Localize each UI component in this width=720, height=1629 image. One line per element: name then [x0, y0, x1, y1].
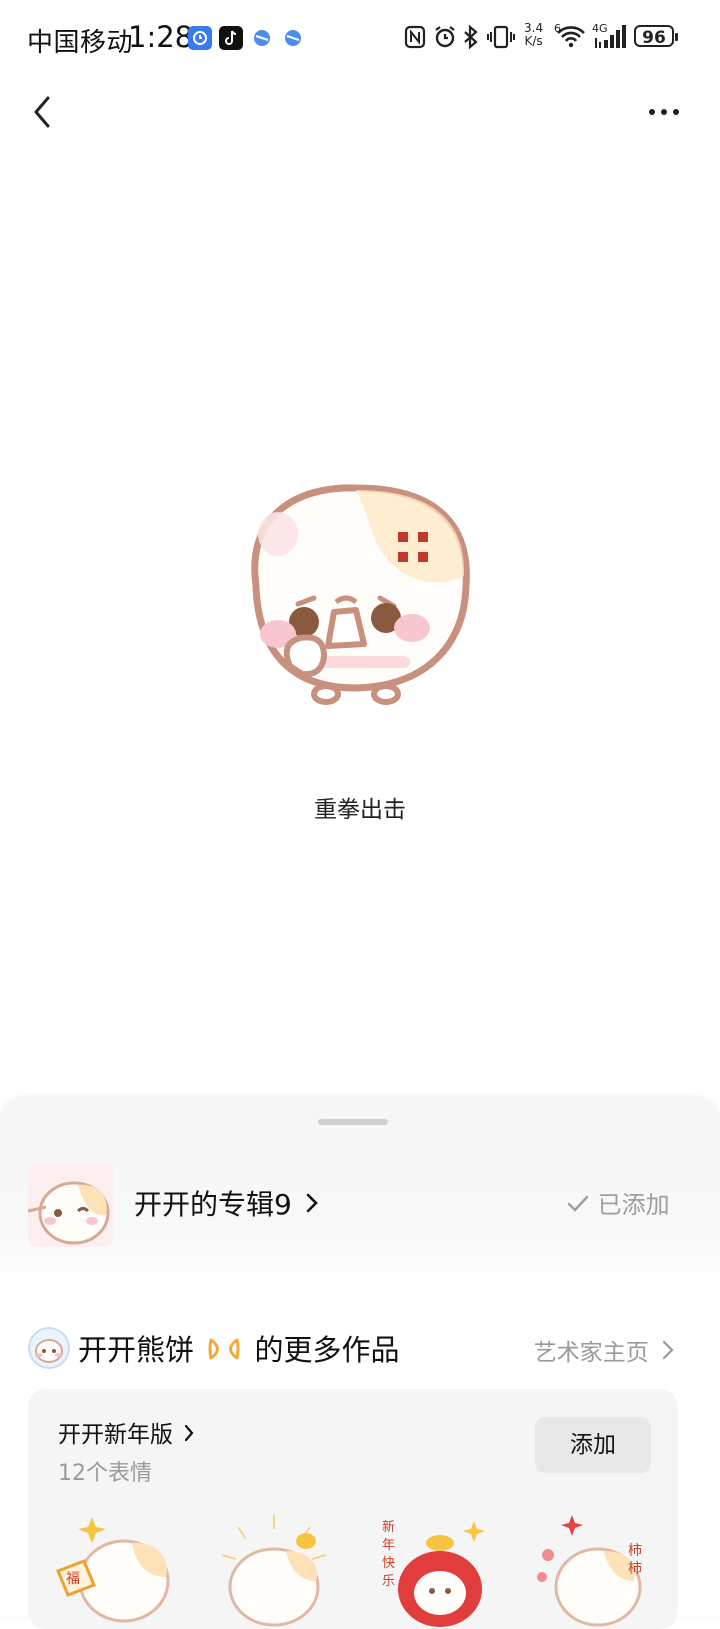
pack-preview-sticker[interactable]: 柿柿 [532, 1511, 652, 1629]
added-label: 已添加 [597, 1191, 670, 1219]
artist-name: 开开熊饼 [78, 1333, 195, 1367]
signal-label: 4G [592, 22, 608, 35]
check-icon [566, 1192, 598, 1220]
wifi-icon: 6 [554, 22, 588, 55]
album-section: 开开的专辑9 已添加 [0, 1097, 720, 1287]
add-pack-button[interactable]: 添加 [535, 1417, 651, 1473]
pack-preview-sticker[interactable]: 福 [52, 1511, 172, 1629]
artist-homepage-label: 艺术家主页 [533, 1340, 649, 1366]
album-title-link[interactable]: 开开的专辑9 [134, 1183, 319, 1223]
browser-icon-2 [281, 26, 305, 50]
sticker-caption: 重拳出击 [314, 797, 406, 823]
status-bar: 中国移动 1:28 3.4 K/s 6 4G 96 [0, 0, 720, 80]
network-speed: 3.4 K/s [524, 22, 543, 48]
svg-text:快: 快 [382, 1556, 395, 1571]
album-title: 开开的专辑9 [134, 1188, 292, 1221]
pack-preview-sticker[interactable]: 新年快乐 [374, 1511, 494, 1629]
net-speed-unit: K/s [524, 34, 543, 48]
chevron-right-icon [184, 1422, 194, 1448]
pack-title: 开开新年版 [58, 1422, 173, 1448]
vibrate-icon [486, 24, 516, 55]
more-horizontal-icon [644, 109, 684, 128]
artist-homepage-link[interactable]: 艺术家主页 [534, 1333, 674, 1367]
pack-preview-sticker[interactable] [214, 1511, 334, 1629]
artist-badge-icon [207, 1335, 241, 1369]
clock: 1:28 [128, 20, 194, 54]
chevron-left-icon [28, 96, 58, 136]
svg-text:年: 年 [382, 1538, 395, 1553]
pack-title-link[interactable]: 开开新年版 [58, 1415, 194, 1449]
svg-text:新: 新 [382, 1519, 395, 1535]
alarm-icon [432, 24, 458, 55]
app-notification-icon [188, 26, 212, 50]
wifi-label: 6 [554, 22, 561, 35]
artist-row: 开开熊饼 的更多作品 艺术家主页 [0, 1321, 720, 1371]
cellular-signal-icon: 4G [592, 22, 628, 55]
svg-text:福: 福 [66, 1571, 80, 1587]
more-options-button[interactable] [644, 100, 684, 124]
bottom-sheet: 开开的专辑9 已添加 开开熊饼 的更多作品 艺术家主页 开开新年版 12个表情 … [0, 1097, 720, 1629]
tiktok-icon [219, 26, 243, 50]
album-thumbnail[interactable] [28, 1163, 114, 1247]
svg-text:柿: 柿 [628, 1542, 642, 1559]
svg-text:柿: 柿 [628, 1560, 642, 1577]
back-button[interactable] [28, 92, 58, 132]
added-status[interactable]: 已添加 [566, 1185, 670, 1220]
browser-icon [250, 26, 274, 50]
artist-avatar[interactable] [28, 1327, 70, 1369]
artist-heading: 开开熊饼 的更多作品 [78, 1327, 399, 1369]
drag-handle[interactable] [318, 1119, 388, 1125]
chevron-right-icon [305, 1188, 319, 1221]
sticker-pack-card[interactable]: 开开新年版 12个表情 添加 福 新 年 快 乐 柿 柿 [28, 1389, 678, 1629]
carrier-label: 中国移动 [27, 28, 134, 58]
svg-text:乐: 乐 [382, 1574, 395, 1589]
sticker-image[interactable] [226, 476, 482, 720]
more-works-label: 的更多作品 [254, 1333, 400, 1367]
chevron-right-icon [662, 1340, 674, 1366]
battery-indicator: 96 [634, 25, 678, 48]
bluetooth-icon [462, 24, 480, 55]
nfc-icon [404, 24, 426, 55]
pack-sticker-count: 12个表情 [58, 1461, 152, 1486]
